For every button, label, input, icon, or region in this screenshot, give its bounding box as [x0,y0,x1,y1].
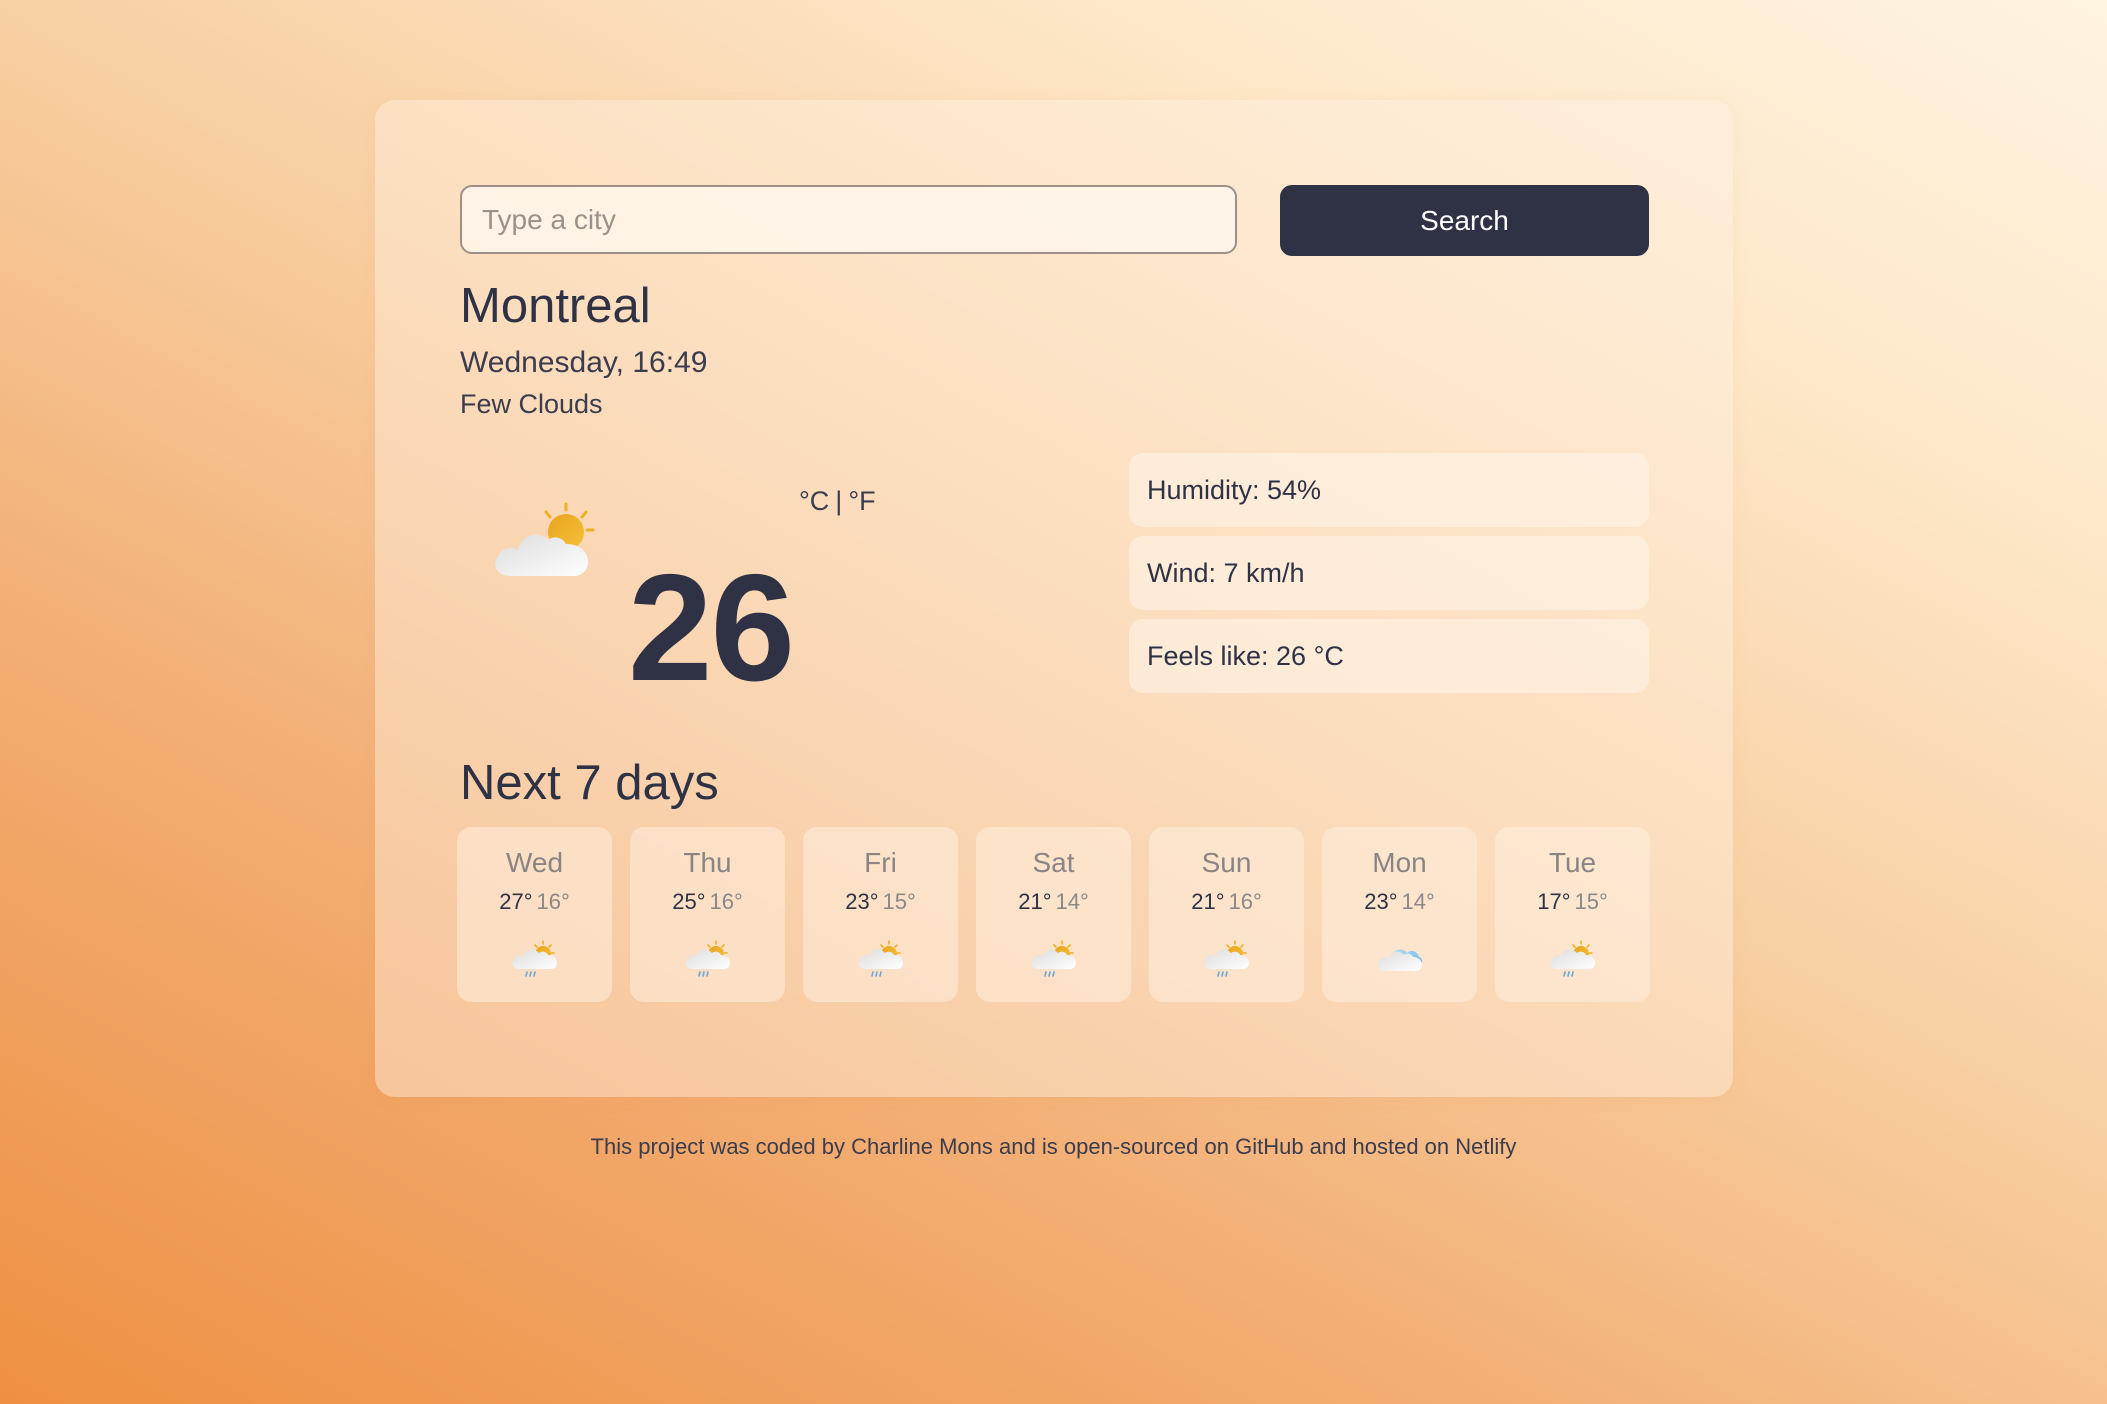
forecast-temps: 25° 16° [672,889,743,915]
forecast-list: Wed 27° 16° Thu 25° 16° Fri 23° 15° Sat 21° 14° Sun 2… [457,827,1650,1002]
forecast-max-temp: 27° [499,889,533,914]
search-button[interactable]: Search [1280,185,1649,256]
forecast-max-temp: 17° [1537,889,1571,914]
weather-details: Humidity: 54% Wind: 7 km/h Feels like: 2… [1129,453,1649,702]
forecast-day-name: Thu [683,847,732,878]
forecast-min-temp: 14° [1401,889,1435,914]
rain-sun-icon [683,915,733,984]
rain-sun-icon [510,915,560,984]
forecast-day-name: Sun [1201,847,1252,878]
author-link[interactable]: Charline Mons [851,1134,993,1159]
forecast-temps: 21° 14° [1018,889,1089,915]
forecast-day-name: Wed [505,847,564,878]
forecast-day-name: Tue [1548,847,1597,878]
forecast-temps: 17° 15° [1537,889,1608,915]
forecast-day-thu: Thu 25° 16° [630,827,785,1002]
forecast-day-name: Fri [864,847,897,878]
forecast-min-temp: 14° [1055,889,1089,914]
forecast-temps: 23° 15° [845,889,916,915]
forecast-max-temp: 23° [845,889,879,914]
forecast-min-temp: 16° [709,889,743,914]
city-name: Montreal [460,279,651,333]
forecast-min-temp: 16° [536,889,570,914]
celsius-link[interactable]: °C [799,486,829,516]
netlify-link[interactable]: hosted on Netlify [1353,1134,1517,1159]
forecast-temps: 23° 14° [1364,889,1435,915]
forecast-max-temp: 21° [1191,889,1225,914]
forecast-max-temp: 23° [1364,889,1398,914]
forecast-max-temp: 25° [672,889,706,914]
forecast-day-name: Mon [1372,847,1427,878]
few-clouds-icon [495,502,595,576]
rain-sun-icon [1548,915,1598,984]
forecast-day-wed: Wed 27° 16° [457,827,612,1002]
github-link[interactable]: open-sourced on GitHub [1064,1134,1304,1159]
footer-text: and [1303,1134,1353,1159]
forecast-temps: 27° 16° [499,889,570,915]
forecast-min-temp: 16° [1228,889,1262,914]
wind-detail: Wind: 7 km/h [1129,536,1649,610]
forecast-day-tue: Tue 17° 15° [1495,827,1650,1002]
current-temperature: 26 [628,543,795,713]
footer-text: This project was coded by [590,1134,852,1159]
footer-text: and is [992,1134,1064,1159]
rain-sun-icon [1202,915,1252,984]
cloud-icon [1375,915,1425,984]
forecast-max-temp: 21° [1018,889,1052,914]
rain-sun-icon [1029,915,1079,984]
forecast-day-fri: Fri 23° 15° [803,827,958,1002]
unit-toggle: °C | °F [799,486,876,517]
rain-sun-icon [856,915,906,984]
forecast-day-sat: Sat 21° 14° [976,827,1131,1002]
unit-separator: | [835,486,843,516]
forecast-day-sun: Sun 21° 16° [1149,827,1304,1002]
footer: This project was coded by Charline Mons … [0,1134,2107,1160]
forecast-day-name: Sat [1032,847,1075,878]
city-search-input[interactable] [460,185,1237,254]
forecast-min-temp: 15° [1574,889,1608,914]
current-datetime: Wednesday, 16:49 [460,346,708,379]
fahrenheit-link[interactable]: °F [848,486,875,516]
forecast-min-temp: 15° [882,889,916,914]
weather-card: Search Montreal Wednesday, 16:49 Few Clo… [375,100,1733,1097]
weather-condition: Few Clouds [460,389,603,419]
humidity-detail: Humidity: 54% [1129,453,1649,527]
forecast-day-mon: Mon 23° 14° [1322,827,1477,1002]
forecast-title: Next 7 days [460,756,719,810]
forecast-temps: 21° 16° [1191,889,1262,915]
feels-like-detail: Feels like: 26 °C [1129,619,1649,693]
